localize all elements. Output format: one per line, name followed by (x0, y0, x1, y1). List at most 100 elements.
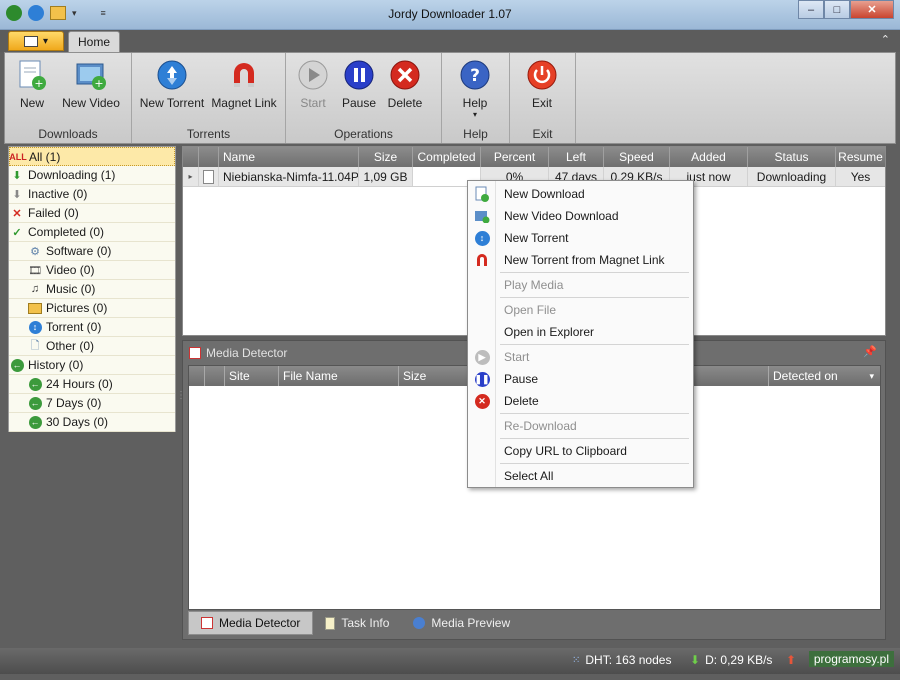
column-header-completed[interactable]: Completed (413, 147, 481, 167)
menu-separator (500, 297, 689, 298)
menu-item-new-torrent[interactable]: ↕ New Torrent (468, 227, 693, 249)
new-button-label: New (19, 96, 44, 110)
minimize-button[interactable]: ‒ (798, 0, 824, 19)
title-bar: ▾ ≡ Jordy Downloader 1.07 ‒ □ ✕ (0, 0, 900, 30)
window-controls: ‒ □ ✕ (798, 0, 894, 19)
column-header-size[interactable]: Size (359, 147, 413, 167)
row-indicator-header (183, 147, 199, 167)
group-label-exit: Exit (532, 127, 553, 141)
sidebar-item-completed[interactable]: ✓ Completed (0) (9, 223, 175, 242)
sidebar-item-torrent[interactable]: ↕ Torrent (0) (9, 318, 175, 337)
column-header-percent[interactable]: Percent (481, 147, 549, 167)
media-detector-icon (189, 347, 201, 359)
menu-item-open-file[interactable]: Open File (468, 299, 693, 321)
group-torrents: New Torrent Magnet Link Torrents (132, 53, 286, 143)
new-download-icon: + (15, 58, 49, 92)
new-video-button-label: New Video (62, 96, 120, 110)
delete-menu-icon: ✕ (468, 393, 496, 409)
maximize-button[interactable]: □ (824, 0, 850, 19)
chevron-down-icon: ▾ (42, 35, 49, 47)
close-button[interactable]: ✕ (850, 0, 894, 19)
column-header-resume[interactable]: Resume (836, 147, 885, 167)
category-sidebar: ALL All (1) ⬇ Downloading (1) ⬇ Inactive (0… (8, 146, 176, 432)
group-downloads: + New + New Video Downloads (5, 53, 132, 143)
menu-item-select-all[interactable]: Select All (468, 465, 693, 487)
pin-icon[interactable]: 📌 (863, 345, 877, 358)
menu-item-new-video-download[interactable]: New Video Download (468, 205, 693, 227)
sidebar-item-24-hours[interactable]: ← 24 Hours (0) (9, 375, 175, 394)
column-header-added[interactable]: Added (670, 147, 748, 167)
torrent-icon (155, 58, 189, 92)
failed-x-icon: ✕ (12, 207, 22, 220)
sidebar-item-inactive[interactable]: ⬇ Inactive (0) (9, 185, 175, 204)
sidebar-item-30-days[interactable]: ← 30 Days (0) (9, 413, 175, 432)
sidebar-item-music[interactable]: ♫ Music (0) (9, 280, 175, 299)
menu-item-re-download[interactable]: Re-Download (468, 415, 693, 437)
start-icon (296, 58, 330, 92)
help-button-label: Help (462, 96, 488, 110)
cell-size: 1,09 GB (359, 167, 413, 186)
md-indicator-header (189, 366, 205, 386)
tab-task-info[interactable]: Task Info (313, 611, 401, 635)
collapse-ribbon-icon[interactable]: ⌃ (881, 33, 890, 46)
menu-item-open-in-explorer[interactable]: Open in Explorer (468, 321, 693, 343)
pause-icon (342, 58, 376, 92)
menu-item-new-torrent-magnet[interactable]: New Torrent from Magnet Link (468, 249, 693, 271)
menu-item-new-download[interactable]: New Download (468, 183, 693, 205)
menu-item-delete[interactable]: ✕ Delete (468, 390, 693, 412)
menu-item-play-media[interactable]: Play Media (468, 274, 693, 296)
column-header-site[interactable]: Site (225, 366, 279, 386)
sidebar-item-all[interactable]: ALL All (1) (9, 147, 175, 166)
magnet-icon (227, 58, 261, 92)
column-dropdown-icon[interactable]: ▾ (869, 371, 874, 382)
column-header-detected-on[interactable]: Detected on ▾ (769, 366, 880, 386)
media-preview-icon (413, 617, 426, 629)
menu-item-pause[interactable]: ❚❚ Pause (468, 368, 693, 390)
delete-button-label: Delete (387, 96, 423, 110)
other-file-icon: 🗋 (30, 339, 40, 352)
ribbon: + New + New Video Downloads New Torrent … (4, 52, 896, 144)
history-30d-icon: ← (28, 415, 42, 429)
pause-menu-icon: ❚❚ (468, 371, 496, 387)
menu-separator (500, 438, 689, 439)
sidebar-item-7-days[interactable]: ← 7 Days (0) (9, 394, 175, 413)
cell-name: Niebianska-Nimfa-11.04P... (219, 167, 359, 186)
window-title: Jordy Downloader 1.07 (388, 7, 512, 21)
group-label-torrents: Torrents (186, 127, 231, 141)
md-icon-header (205, 366, 225, 386)
group-label-downloads: Downloads (38, 127, 98, 141)
magnet-link-button-label: Magnet Link (211, 96, 277, 110)
new-torrent-button-label: New Torrent (139, 96, 205, 110)
sidebar-item-video[interactable]: 🎞 Video (0) (9, 261, 175, 280)
column-header-speed[interactable]: Speed (604, 147, 670, 167)
start-menu-icon: ▶ (468, 349, 496, 365)
inactive-arrow-icon: ⬇ (12, 188, 22, 201)
sidebar-item-failed[interactable]: ✕ Failed (0) (9, 204, 175, 223)
downloads-table-header: Name Size Completed Percent Left Speed A… (183, 147, 885, 167)
sidebar-item-history[interactable]: ← History (0) (9, 356, 175, 375)
column-header-status[interactable]: Status (748, 147, 836, 167)
tab-home[interactable]: Home (68, 31, 120, 52)
software-icon: ⚙ (30, 245, 40, 258)
dht-icon: ⁙ (572, 654, 581, 666)
menu-item-copy-url[interactable]: Copy URL to Clipboard (468, 440, 693, 462)
tab-media-detector[interactable]: Media Detector (188, 611, 314, 635)
cell-status: Downloading (748, 167, 836, 186)
check-icon: ✓ (12, 226, 22, 239)
app-menu-icon (23, 35, 38, 47)
menu-item-start[interactable]: ▶ Start (468, 346, 693, 368)
column-header-name[interactable]: Name (219, 147, 359, 167)
bottom-tabs: Media Detector Task Info Media Preview (188, 611, 522, 635)
tab-media-preview[interactable]: Media Preview (401, 611, 522, 635)
sidebar-item-other[interactable]: 🗋 Other (0) (9, 337, 175, 356)
svg-text:?: ? (470, 66, 480, 86)
svg-text:+: + (34, 77, 43, 90)
group-label-operations: Operations (334, 127, 393, 141)
sidebar-item-pictures[interactable]: Pictures (0) (9, 299, 175, 318)
sidebar-item-software[interactable]: ⚙ Software (0) (9, 242, 175, 261)
start-button-label: Start (300, 96, 326, 110)
sidebar-item-downloading[interactable]: ⬇ Downloading (1) (9, 166, 175, 185)
app-menu-button[interactable]: ▾ (8, 31, 64, 51)
column-header-file-name[interactable]: File Name (279, 366, 399, 386)
column-header-left[interactable]: Left (549, 147, 604, 167)
